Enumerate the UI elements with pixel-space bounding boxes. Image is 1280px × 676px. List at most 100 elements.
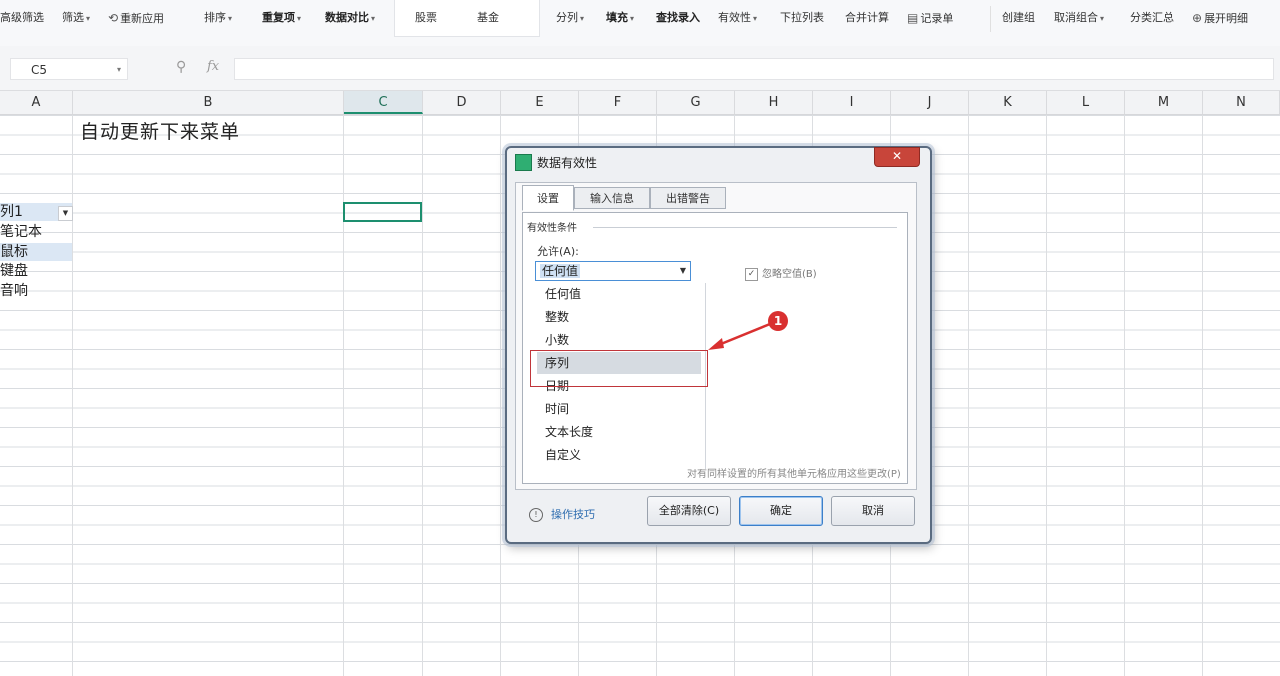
dialog-titlebar[interactable]: 数据有效性 ✕ — [507, 147, 930, 176]
filter-dropdown-icon[interactable]: ▼ — [58, 206, 73, 221]
consolidate-button[interactable]: 合并计算 — [845, 8, 889, 28]
tab-input-message[interactable]: 输入信息 — [574, 187, 650, 209]
clear-all-button[interactable]: 全部清除(C) — [647, 496, 731, 526]
selected-cell-c5[interactable] — [343, 202, 422, 222]
column-header[interactable]: E — [501, 91, 579, 114]
form-icon: ▤ — [907, 11, 919, 25]
data-type-group: 股票 基金 — [394, 0, 540, 37]
column-header[interactable]: A — [0, 91, 73, 114]
column-header[interactable]: M — [1125, 91, 1203, 114]
subtotal-button[interactable]: 分类汇总 — [1130, 8, 1174, 28]
chevron-down-icon: ▾ — [371, 14, 376, 23]
gridline — [422, 115, 423, 676]
ok-button[interactable]: 确定 — [739, 496, 823, 526]
column-header-selected[interactable]: C — [344, 91, 423, 114]
function-icon[interactable]: fx — [207, 59, 219, 74]
gridline — [1046, 115, 1047, 676]
advanced-filter-button[interactable]: 高级筛选 — [0, 8, 44, 28]
lookup-entry-button[interactable]: 查找录入 — [656, 8, 700, 28]
option-time[interactable]: 时间 — [539, 398, 689, 420]
cancel-button[interactable]: 取消 — [831, 496, 915, 526]
ribbon-toolbar: 高级筛选 筛选 ▾ ⟲ 重新应用 排序 ▾ 重复项 ▾ 数据对比 ▾ 股票 基金 分列 ▾ … — [0, 0, 1280, 47]
chevron-down-icon: ▾ — [580, 14, 585, 23]
column-header[interactable]: D — [423, 91, 501, 114]
column-header[interactable]: K — [969, 91, 1047, 114]
chevron-down-icon: ▾ — [228, 14, 233, 23]
create-group-button[interactable]: 创建组 — [1002, 8, 1035, 28]
tips-link[interactable]: ! 操作技巧 — [529, 506, 595, 522]
chevron-down-icon: ▾ — [116, 65, 121, 74]
record-form-button[interactable]: ▤ 记录单 — [907, 8, 953, 28]
ignore-blank-checkbox[interactable]: ✓ 忽略空值(B) — [745, 265, 817, 281]
gridline — [500, 115, 501, 676]
column-header[interactable]: J — [891, 91, 969, 114]
gridline — [968, 115, 969, 676]
tab-error-alert[interactable]: 出错警告 — [650, 187, 726, 209]
spreadsheet-app-icon — [515, 154, 532, 171]
refresh-icon: ⟲ — [108, 11, 119, 25]
cell-b1-title[interactable]: 自动更新下来菜单 — [80, 117, 240, 144]
expand-icon: ⊕ — [1192, 11, 1203, 25]
ungroup-button[interactable]: 取消组合 ▾ — [1054, 8, 1104, 28]
column-header[interactable]: N — [1203, 91, 1280, 114]
info-icon: ! — [529, 508, 543, 522]
cell-a-item[interactable]: 鼠标 — [0, 243, 72, 261]
option-text-length[interactable]: 文本长度 — [539, 421, 689, 443]
fund-button[interactable]: 基金 — [477, 8, 499, 28]
chevron-down-icon: ▼ — [679, 266, 686, 275]
column-header[interactable]: H — [735, 91, 813, 114]
sort-button[interactable]: 排序 ▾ — [204, 8, 232, 28]
gridline — [72, 115, 73, 676]
dialog-title: 数据有效性 — [537, 156, 598, 170]
allow-select-value: 任何值 — [540, 264, 581, 278]
option-any-value[interactable]: 任何值 — [539, 283, 689, 305]
gridline — [1124, 115, 1125, 676]
chevron-down-icon: ▾ — [297, 14, 302, 23]
column-header[interactable]: F — [579, 91, 657, 114]
annotation-step-badge: 1 — [768, 311, 788, 331]
formula-bar: C5 ▾ ⚲ fx — [0, 46, 1280, 91]
magnifier-icon[interactable]: ⚲ — [176, 59, 186, 75]
column-header[interactable]: B — [73, 91, 344, 114]
validity-button[interactable]: 有效性 ▾ — [718, 8, 757, 28]
tab-bar: 设置 输入信息 出错警告 — [522, 185, 912, 213]
option-custom[interactable]: 自定义 — [539, 444, 689, 466]
chevron-down-icon: ▾ — [86, 14, 91, 23]
column-header-row: A B C D E F G H I J K L M N — [0, 91, 1280, 115]
checkbox-icon: ✓ — [745, 267, 758, 281]
option-integer[interactable]: 整数 — [539, 306, 689, 328]
toolbar-divider — [990, 6, 991, 32]
apply-all-checkbox-label[interactable]: 对有同样设置的所有其他单元格应用这些更改(P) — [687, 465, 901, 480]
section-label: 有效性条件 — [527, 219, 581, 234]
tab-settings[interactable]: 设置 — [522, 185, 574, 211]
cell-a-item[interactable]: 笔记本 — [0, 223, 72, 241]
split-column-button[interactable]: 分列 ▾ — [556, 8, 584, 28]
gridline — [1202, 115, 1203, 676]
chevron-down-icon: ▾ — [753, 14, 758, 23]
dialog-footer: ! 操作技巧 全部清除(C) 确定 取消 — [507, 492, 930, 540]
formula-input[interactable] — [234, 58, 1274, 80]
allow-label: 允许(A): — [537, 245, 579, 258]
dropdown-list-button[interactable]: 下拉列表 — [780, 8, 824, 28]
expand-detail-button[interactable]: ⊕ 展开明细 — [1192, 8, 1248, 28]
column-header[interactable]: L — [1047, 91, 1125, 114]
annotation-highlight-box — [530, 350, 708, 387]
duplicates-button[interactable]: 重复项 ▾ — [262, 8, 301, 28]
option-decimal[interactable]: 小数 — [539, 329, 689, 351]
data-compare-button[interactable]: 数据对比 ▾ — [325, 8, 375, 28]
filter-button[interactable]: 筛选 ▾ — [62, 8, 90, 28]
allow-select[interactable]: 任何值 ▼ — [535, 261, 691, 281]
section-divider — [593, 227, 897, 228]
gridline — [343, 115, 344, 676]
stock-button[interactable]: 股票 — [415, 8, 437, 28]
reapply-button[interactable]: ⟲ 重新应用 — [108, 8, 164, 28]
close-button[interactable]: ✕ — [874, 147, 920, 167]
cell-a-item[interactable]: 音响 — [0, 282, 72, 300]
chevron-down-icon: ▾ — [630, 14, 635, 23]
column-header[interactable]: I — [813, 91, 891, 114]
column-header[interactable]: G — [657, 91, 735, 114]
cell-a-item[interactable]: 键盘 — [0, 262, 72, 280]
name-box[interactable]: C5 ▾ — [10, 58, 128, 80]
fill-button[interactable]: 填充 ▾ — [606, 8, 634, 28]
chevron-down-icon: ▾ — [1100, 14, 1105, 23]
